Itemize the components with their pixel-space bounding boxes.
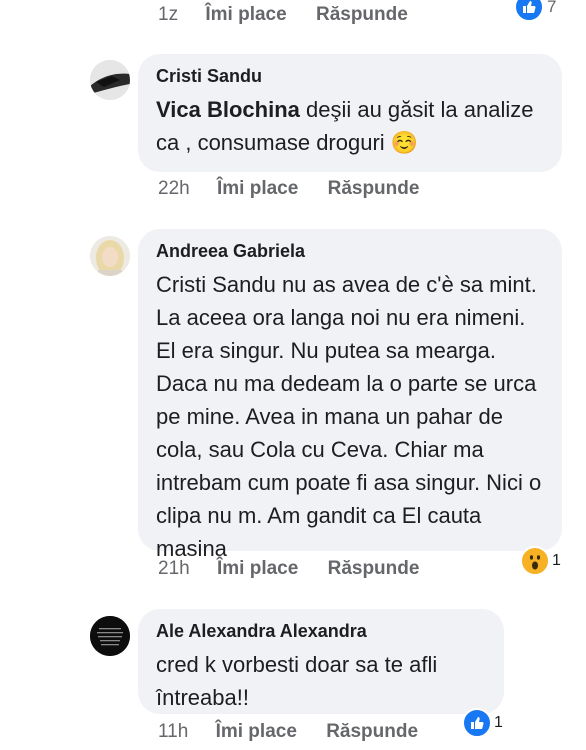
wow-icon	[520, 546, 550, 576]
reply-button[interactable]: Răspunde	[316, 4, 408, 25]
reply-button[interactable]: Răspunde	[326, 721, 418, 742]
like-button[interactable]: Îmi place	[217, 178, 298, 199]
reaction-count: 1	[494, 714, 503, 731]
comment-timestamp: 1z	[158, 4, 179, 25]
avatar[interactable]	[90, 616, 130, 656]
comment-meta-row: 22h Îmi place Răspunde	[158, 178, 443, 200]
like-button[interactable]: Îmi place	[216, 721, 297, 742]
comment-text: Vica Blochina deşii au găsit la analize …	[156, 93, 546, 159]
comment-bubble: Ale Alexandra Alexandra cred k vorbesti …	[138, 609, 504, 714]
reaction-count: 7	[547, 0, 557, 16]
avatar[interactable]	[90, 60, 130, 100]
reaction-summary[interactable]: 1	[462, 708, 503, 738]
comment-meta-row: 21h Îmi place Răspunde	[158, 558, 443, 580]
reaction-summary[interactable]: 7	[514, 0, 556, 22]
mention-link[interactable]: Vica Blochina	[156, 97, 300, 122]
comment-bubble: Cristi Sandu Vica Blochina deşii au găsi…	[138, 54, 562, 172]
comment-text: Cristi Sandu nu as avea de c'è sa mint. …	[156, 272, 542, 561]
comment-author[interactable]: Andreea Gabriela	[156, 241, 546, 262]
comment-author[interactable]: Ale Alexandra Alexandra	[156, 621, 488, 642]
comment-meta-row: 1z Îmi place Răspunde	[158, 4, 432, 26]
reaction-count: 1	[552, 552, 561, 569]
reply-button[interactable]: Răspunde	[328, 558, 420, 579]
comment-timestamp: 22h	[158, 178, 190, 199]
like-icon	[462, 708, 492, 738]
like-button[interactable]: Îmi place	[217, 558, 298, 579]
avatar[interactable]	[90, 236, 130, 276]
comment-timestamp: 11h	[158, 721, 189, 742]
comment-author[interactable]: Cristi Sandu	[156, 66, 546, 87]
comment-bubble: Andreea Gabriela Cristi Sandu nu as avea…	[138, 229, 562, 561]
like-button[interactable]: Îmi place	[205, 4, 286, 25]
reaction-summary[interactable]: 1	[520, 546, 561, 576]
comment-text: cred k vorbesti doar sa te afli întreaba…	[156, 652, 438, 710]
reply-button[interactable]: Răspunde	[328, 178, 420, 199]
comment-meta-row: 11h Îmi place Răspunde	[158, 721, 442, 743]
like-icon	[514, 0, 544, 22]
comment-timestamp: 21h	[158, 558, 190, 579]
